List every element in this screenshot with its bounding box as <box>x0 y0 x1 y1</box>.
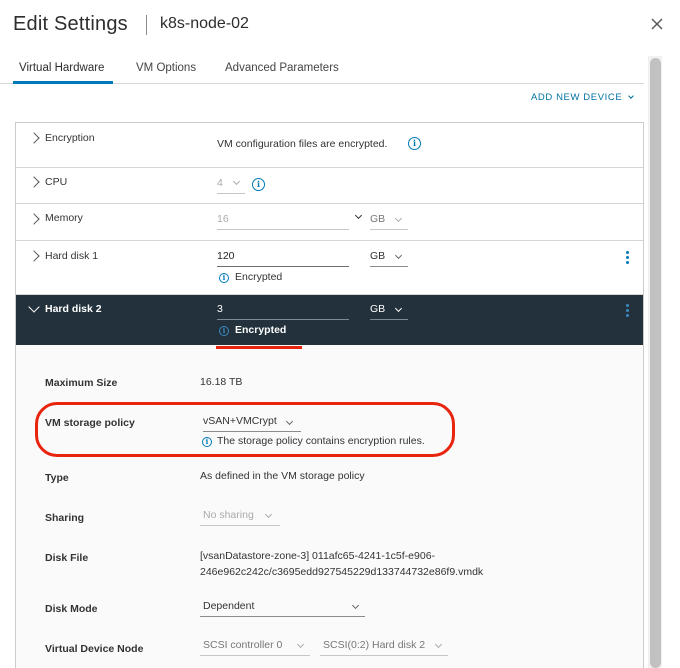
hard-disk-2-status: Encrypted <box>235 324 287 336</box>
dialog-title: Edit Settings <box>13 13 128 35</box>
encrypted-highlight-underline <box>216 346 302 349</box>
chevron-down-icon <box>232 177 241 186</box>
dialog-header: Edit Settings k8s-node-02 <box>0 0 680 50</box>
active-tab-indicator <box>13 81 113 84</box>
encryption-value: VM configuration files are encrypted. <box>217 138 388 150</box>
memory-unit-select[interactable]: GB <box>370 213 408 230</box>
tab-bar: Virtual Hardware VM Options Advanced Par… <box>0 50 644 84</box>
hard-disk-2-size-input[interactable]: 3 <box>217 303 349 320</box>
more-options-icon[interactable] <box>626 304 630 318</box>
hardware-list: Encryption VM configuration files are en… <box>15 122 644 668</box>
hardware-row-hard-disk-1: Hard disk 1 120 GB i Encrypted <box>16 241 643 295</box>
device-controller-value: SCSI controller 0 <box>203 639 283 651</box>
chevron-right-icon[interactable] <box>28 250 40 262</box>
info-icon: i <box>219 273 229 283</box>
hardware-row-hard-disk-2: Hard disk 2 3 GB i Encrypted <box>16 295 643 345</box>
disk-file-line-2: 246e962c242c/c3695edd927545229d133744732… <box>200 566 484 578</box>
hardware-row-encryption: Encryption VM configuration files are en… <box>16 123 643 168</box>
hard-disk-2-unit: GB <box>370 303 386 315</box>
chevron-right-icon[interactable] <box>28 132 40 144</box>
cpu-label: CPU <box>45 176 68 188</box>
hard-disk-1-label: Hard disk 1 <box>45 250 99 262</box>
more-options-icon[interactable] <box>626 251 630 265</box>
add-new-device-button[interactable]: ADD NEW DEVICE <box>531 92 634 103</box>
title-divider <box>146 15 147 35</box>
disk-file-label: Disk File <box>45 552 89 564</box>
chevron-down-icon <box>394 214 403 223</box>
device-node-label: Virtual Device Node <box>45 643 144 655</box>
info-icon[interactable]: i <box>408 137 421 150</box>
chevron-down-icon <box>264 510 273 519</box>
memory-unit: GB <box>370 213 386 225</box>
hard-disk-2-label: Hard disk 2 <box>45 303 102 315</box>
sharing-select[interactable]: No sharing <box>200 509 280 526</box>
hard-disk-1-status: Encrypted <box>235 271 283 283</box>
type-value: As defined in the VM storage policy <box>200 470 365 482</box>
max-size-value: 16.18 TB <box>200 376 243 388</box>
memory-value: 16 <box>217 213 229 225</box>
hard-disk-1-size-input[interactable]: 120 <box>217 250 349 267</box>
device-slot-select[interactable]: SCSI(0:2) Hard disk 2 <box>320 639 448 656</box>
chevron-right-icon[interactable] <box>28 213 40 225</box>
scrollbar-thumb[interactable] <box>650 58 661 668</box>
hard-disk-1-unit: GB <box>370 250 386 262</box>
tab-virtual-hardware[interactable]: Virtual Hardware <box>19 62 104 74</box>
disk-file-line-1: [vsanDatastore-zone-3] 011afc65-4241-1c5… <box>200 550 436 562</box>
encryption-label: Encryption <box>45 132 95 144</box>
chevron-down-icon <box>627 93 634 99</box>
memory-input[interactable]: 16 <box>217 213 349 230</box>
info-icon[interactable]: i <box>252 178 265 191</box>
max-size-label: Maximum Size <box>45 377 118 389</box>
type-label: Type <box>45 472 69 484</box>
cpu-select[interactable]: 4 <box>217 177 245 194</box>
tab-vm-options[interactable]: VM Options <box>136 62 196 74</box>
hardware-row-cpu: CPU 4 i <box>16 168 643 204</box>
chevron-right-icon[interactable] <box>28 176 40 188</box>
chevron-down-icon <box>434 640 443 649</box>
memory-label: Memory <box>45 212 83 224</box>
hard-disk-2-details: Maximum Size 16.18 TB VM storage policy … <box>16 345 643 668</box>
chevron-down-icon <box>394 304 403 313</box>
hardware-row-memory: Memory 16 GB <box>16 204 643 241</box>
sharing-value: No sharing <box>203 509 254 521</box>
chevron-down-icon <box>296 640 305 649</box>
hard-disk-1-unit-select[interactable]: GB <box>370 250 408 267</box>
info-icon: i <box>219 326 229 336</box>
device-controller-select[interactable]: SCSI controller 0 <box>200 639 310 656</box>
cpu-value: 4 <box>217 177 223 189</box>
chevron-down-icon <box>394 251 403 260</box>
disk-mode-select[interactable]: Dependent <box>200 600 365 617</box>
chevron-down-icon <box>351 601 360 610</box>
disk-mode-value: Dependent <box>203 600 255 612</box>
sharing-label: Sharing <box>45 512 85 524</box>
chevron-down-icon[interactable] <box>354 211 363 220</box>
tab-advanced-parameters[interactable]: Advanced Parameters <box>225 62 339 74</box>
close-icon[interactable] <box>649 16 665 32</box>
disk-mode-label: Disk Mode <box>45 603 98 615</box>
storage-policy-highlight-oval <box>35 402 455 457</box>
hard-disk-2-unit-select[interactable]: GB <box>370 303 408 320</box>
chevron-down-icon[interactable] <box>28 301 40 313</box>
device-slot-value: SCSI(0:2) Hard disk 2 <box>323 639 426 651</box>
add-new-device-label: ADD NEW DEVICE <box>531 92 623 103</box>
vm-name: k8s-node-02 <box>160 15 249 32</box>
